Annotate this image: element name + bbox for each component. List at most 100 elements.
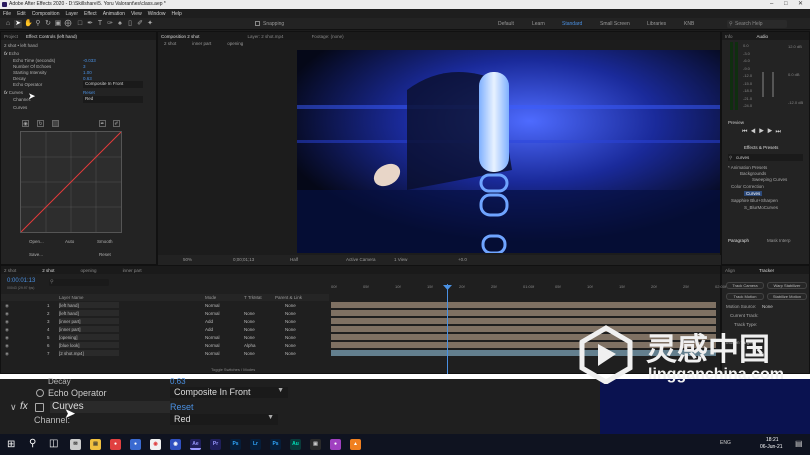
maximize-button[interactable]: □ xyxy=(784,0,788,9)
menu-file[interactable]: File xyxy=(3,11,11,17)
layer-parent[interactable]: None xyxy=(285,326,296,333)
eye-icon[interactable]: ◉ xyxy=(5,310,9,317)
audio-fader-left[interactable] xyxy=(762,72,764,97)
eye-icon[interactable]: ◉ xyxy=(5,342,9,349)
tab-effects-presets[interactable]: Effects & Presets xyxy=(744,145,778,150)
curve-pen-icon[interactable]: ✒ xyxy=(99,120,106,127)
breadcrumb-2-shot[interactable]: 2 shot xyxy=(164,41,176,49)
echo-effect-row[interactable]: fx Echo xyxy=(4,51,19,56)
search-icon[interactable]: ⚲ xyxy=(29,438,36,449)
num-echoes-value[interactable]: 3 xyxy=(83,64,86,69)
home-icon[interactable]: ⌂ xyxy=(4,20,12,28)
app-blue2-icon[interactable]: ◉ xyxy=(170,439,181,450)
stabilize-motion-button[interactable]: Stabilize Motion xyxy=(767,293,807,300)
roto-brush-tool-icon[interactable]: ✐ xyxy=(136,20,144,28)
layer-name[interactable]: [left hand] xyxy=(59,302,119,308)
menu-window[interactable]: Window xyxy=(148,11,166,17)
layer-parent[interactable]: None xyxy=(285,318,296,325)
stopwatch-icon[interactable] xyxy=(36,389,44,397)
tab-project[interactable]: Project xyxy=(4,34,18,39)
windows-start-icon[interactable]: ⊞ xyxy=(7,439,15,450)
col-layer-name[interactable]: Layer Name xyxy=(59,294,84,301)
workspace-standard[interactable]: Standard xyxy=(562,21,582,27)
workspace-libraries[interactable]: Libraries xyxy=(647,21,666,27)
zoom-curves-reset[interactable]: Reset xyxy=(170,402,194,412)
timeline-current-time[interactable]: 0:00:01:13 xyxy=(7,278,35,284)
layer-mode[interactable]: Normal xyxy=(205,334,220,341)
zoom-expand-arrow[interactable]: ∨ xyxy=(10,402,17,413)
rectangle-tool-icon[interactable]: □ xyxy=(76,20,84,28)
selection-tool-icon[interactable]: ➤ xyxy=(14,20,22,28)
comp-view[interactable]: 1 View xyxy=(394,255,407,265)
effect-toggle-icon[interactable] xyxy=(35,403,44,412)
file-explorer-icon[interactable]: ▤ xyxy=(90,439,101,450)
workspace-default[interactable]: Default xyxy=(498,21,514,27)
channel-dropdown[interactable]: Red xyxy=(83,96,143,103)
toggle-switches-modes[interactable]: Toggle Switches / Modes xyxy=(211,367,255,372)
comp-time[interactable]: 0;00;01;13 xyxy=(233,255,254,265)
timeline-search-input[interactable]: ⚲ xyxy=(49,279,109,286)
layer-parent[interactable]: None xyxy=(285,350,296,357)
rgb-channel-icon[interactable]: ◉ xyxy=(22,120,29,127)
tab-align[interactable]: Align xyxy=(725,268,735,273)
after-effects-taskbar-icon[interactable]: Ae xyxy=(190,439,201,450)
composition-preview-image[interactable] xyxy=(297,50,720,253)
playhead[interactable] xyxy=(447,284,448,374)
tab-composition[interactable]: Composition 2 shot xyxy=(161,34,200,39)
app-gray-icon[interactable]: ▣ xyxy=(310,439,321,450)
preview-controls[interactable]: ⏮◀▶▶⏭ xyxy=(742,129,784,136)
tab-audio[interactable]: Audio xyxy=(757,34,769,39)
tab-mask-interp[interactable]: Mask Interp xyxy=(767,238,791,243)
tab-timeline-inner-part[interactable]: inner part xyxy=(123,268,142,273)
layer-parent[interactable]: None xyxy=(285,302,296,309)
menu-effect[interactable]: Effect xyxy=(84,11,97,17)
curves-reset-button[interactable]: Reset xyxy=(99,252,111,257)
tree-sapphire-blur[interactable]: Sapphire Blur+Sharpen xyxy=(731,198,778,203)
motion-source-dropdown[interactable]: None xyxy=(762,304,773,309)
layer-mode[interactable]: Normal xyxy=(205,350,220,357)
layer-name[interactable]: [blue look] xyxy=(59,342,119,348)
layer-parent[interactable]: None xyxy=(285,334,296,341)
layer-mode[interactable]: Normal xyxy=(205,302,220,309)
warp-stabilizer-button[interactable]: Warp Stabilizer xyxy=(767,282,807,289)
tab-timeline-opening[interactable]: opening xyxy=(81,268,97,273)
layer-trkmat[interactable]: None xyxy=(244,326,255,333)
audio-fader-right[interactable] xyxy=(772,72,774,97)
tree-sweeping-curves[interactable]: Sweeping Curves xyxy=(752,177,787,182)
tree-curves[interactable]: Curves xyxy=(744,191,763,196)
timeline-ruler[interactable]: 00f 05f 10f 15f 20f 25f 01:00f 05f 10f 15f 20f 25f 0… xyxy=(331,284,726,292)
layer-parent[interactable]: None xyxy=(285,310,296,317)
track-motion-button[interactable]: Track Motion xyxy=(726,293,764,300)
camera-tool-icon[interactable]: ▣ xyxy=(54,20,62,28)
layer-name[interactable]: [inner part] xyxy=(59,318,119,324)
zoom-echo-operator-dropdown[interactable]: Composite In Front ▼ xyxy=(170,387,288,398)
col-mode[interactable]: Mode xyxy=(205,294,216,301)
zoom-tool-icon[interactable]: ⚲ xyxy=(34,20,42,28)
task-view-icon[interactable]: ◫ xyxy=(49,438,58,449)
zoom-decay-value[interactable]: 0.63 xyxy=(170,377,186,386)
eye-icon[interactable]: ◉ xyxy=(5,350,9,357)
tab-tracker[interactable]: Tracker xyxy=(759,268,774,273)
layer-mode[interactable]: Normal xyxy=(205,310,220,317)
lightroom-taskbar-icon[interactable]: Lr xyxy=(250,439,261,450)
layer-name[interactable]: [opening] xyxy=(59,334,119,340)
app-purple-icon[interactable]: ● xyxy=(330,439,341,450)
app-red-icon[interactable]: ● xyxy=(110,439,121,450)
echo-operator-dropdown[interactable]: Composite In Front xyxy=(83,81,143,88)
comp-offset[interactable]: +0.0 xyxy=(458,255,467,265)
menu-help[interactable]: Help xyxy=(171,11,181,17)
puppet-tool-icon[interactable]: ✦ xyxy=(146,20,154,28)
tab-layer[interactable]: Layer: 2 shot.mp4 xyxy=(248,34,284,39)
comp-zoom[interactable]: 50% xyxy=(183,255,192,265)
comp-camera[interactable]: Active Camera xyxy=(346,255,376,265)
premiere-taskbar-icon[interactable]: Pr xyxy=(210,439,221,450)
snapping-checkbox[interactable] xyxy=(255,21,260,26)
mail-app-icon[interactable]: ✉ xyxy=(70,439,81,450)
layer-duration-bar[interactable] xyxy=(331,310,716,316)
workspace-small-screen[interactable]: Small Screen xyxy=(600,21,630,27)
track-camera-button[interactable]: Track Camera xyxy=(726,282,764,289)
search-help-input[interactable]: ⚲ Search Help xyxy=(727,20,787,28)
pen-tool-icon[interactable]: ✒ xyxy=(86,20,94,28)
layer-trkmat[interactable]: None xyxy=(244,318,255,325)
app-blue-icon[interactable]: ● xyxy=(130,439,141,450)
